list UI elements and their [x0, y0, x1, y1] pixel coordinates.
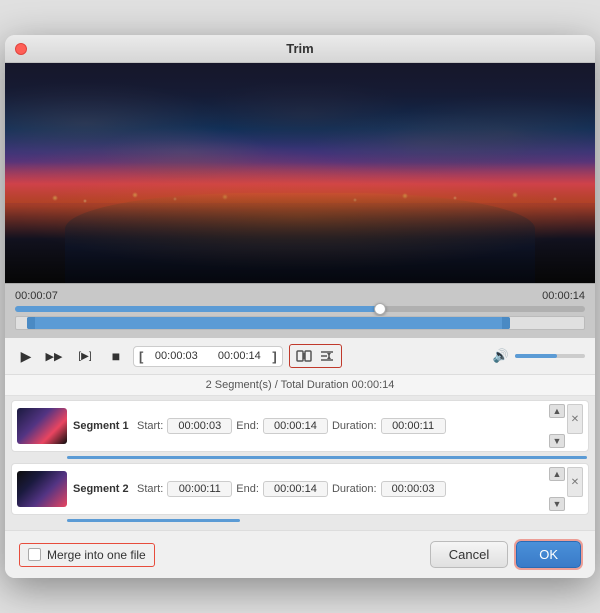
segment-1-down-button[interactable]: ▼: [549, 434, 565, 448]
range-start-input[interactable]: [146, 350, 206, 362]
bracket-close: ]: [272, 349, 276, 364]
bottom-bar: Merge into one file Cancel OK: [5, 530, 595, 578]
range-end-input[interactable]: [209, 350, 269, 362]
volume-slider[interactable]: [515, 354, 585, 358]
scrubber-thumb[interactable]: [374, 303, 386, 315]
controls-bar: ▶ ▶▶ [▶] ■ [ ]: [5, 338, 595, 375]
merge-label[interactable]: Merge into one file: [47, 548, 146, 562]
segment-2-end[interactable]: 00:00:14: [263, 481, 328, 497]
scrubber-fill: [15, 306, 386, 312]
start-label-2: Start:: [137, 483, 163, 495]
ok-button[interactable]: OK: [516, 541, 581, 568]
merge-checkbox[interactable]: [28, 548, 41, 561]
segment-1-end[interactable]: 00:00:14: [263, 418, 328, 434]
segments-list: Segment 1 Start: 00:00:03 End: 00:00:14 …: [5, 396, 595, 530]
thumbnail-image: [17, 408, 67, 444]
merge-checkbox-area: Merge into one file: [19, 543, 155, 567]
range-handle-left[interactable]: [27, 317, 35, 329]
end-label: End:: [236, 420, 259, 432]
titlebar: Trim: [5, 35, 595, 63]
segments-info-text: 2 Segment(s) / Total Duration 00:00:14: [206, 379, 395, 391]
segment-1-controls: ▲ ✕ ▼: [549, 404, 583, 448]
segment-1-label: Segment 1: [73, 420, 131, 432]
segment-2-thumbnail: [17, 471, 67, 507]
trim-window: Trim 00:00:07 00:00:14 ▶ ▶▶ [▶] ■ [: [5, 35, 595, 578]
segment-1-fields: Start: 00:00:03 End: 00:00:14 Duration: …: [137, 418, 543, 434]
video-preview: [5, 63, 595, 283]
segment-1-start[interactable]: 00:00:03: [167, 418, 232, 434]
bottom-buttons: Cancel OK: [430, 541, 581, 568]
step-button[interactable]: [▶]: [71, 345, 99, 367]
segment-2-label: Segment 2: [73, 483, 131, 495]
segment-2-controls: ▲ ✕ ▼: [549, 467, 583, 511]
fast-forward-button[interactable]: ▶▶: [43, 345, 65, 367]
table-row: Segment 1 Start: 00:00:03 End: 00:00:14 …: [11, 400, 589, 452]
duration-label-2: Duration:: [332, 483, 377, 495]
video-overlay: [5, 63, 595, 283]
segment-2-start[interactable]: 00:00:11: [167, 481, 232, 497]
window-title: Trim: [286, 41, 313, 56]
thumbnail-image: [17, 471, 67, 507]
stop-button[interactable]: ■: [105, 345, 127, 367]
scrubber-track[interactable]: [15, 306, 585, 312]
cancel-button[interactable]: Cancel: [430, 541, 508, 568]
time-labels: 00:00:07 00:00:14: [15, 290, 585, 302]
segment-1-delete-button[interactable]: ✕: [567, 404, 583, 434]
segment-1-duration[interactable]: 00:00:11: [381, 418, 446, 434]
close-button[interactable]: [15, 43, 27, 55]
trim-icon[interactable]: [317, 347, 337, 365]
table-row: Segment 2 Start: 00:00:11 End: 00:00:14 …: [11, 463, 589, 515]
range-track[interactable]: [15, 316, 585, 330]
volume-slider-fill: [515, 354, 557, 358]
segment-2-duration[interactable]: 00:00:03: [381, 481, 446, 497]
bracket-open: [: [139, 349, 143, 364]
segment-1-progress: [67, 456, 587, 459]
segment-2-fields: Start: 00:00:11 End: 00:00:14 Duration: …: [137, 481, 543, 497]
timeline-end-time: 00:00:14: [542, 290, 585, 302]
start-label: Start:: [137, 420, 163, 432]
duration-label: Duration:: [332, 420, 377, 432]
timeline-start-time: 00:00:07: [15, 290, 58, 302]
split-icon[interactable]: [294, 347, 314, 365]
segment-2-delete-button[interactable]: ✕: [567, 467, 583, 497]
timeline-area: 00:00:07 00:00:14: [5, 283, 595, 338]
segment-2-down-button[interactable]: ▼: [549, 497, 565, 511]
end-label-2: End:: [236, 483, 259, 495]
trim-action-icons: [289, 344, 342, 368]
segment-2-up-button[interactable]: ▲: [549, 467, 565, 481]
segment-1-thumbnail: [17, 408, 67, 444]
segment-2-progress: [67, 519, 240, 522]
range-fill: [27, 317, 510, 329]
time-range-input-group: [ ]: [133, 346, 283, 367]
play-button[interactable]: ▶: [15, 345, 37, 367]
segment-1-up-button[interactable]: ▲: [549, 404, 565, 418]
segments-info: 2 Segment(s) / Total Duration 00:00:14: [5, 375, 595, 396]
volume-icon: 🔊: [493, 348, 509, 364]
range-handle-right[interactable]: [502, 317, 510, 329]
